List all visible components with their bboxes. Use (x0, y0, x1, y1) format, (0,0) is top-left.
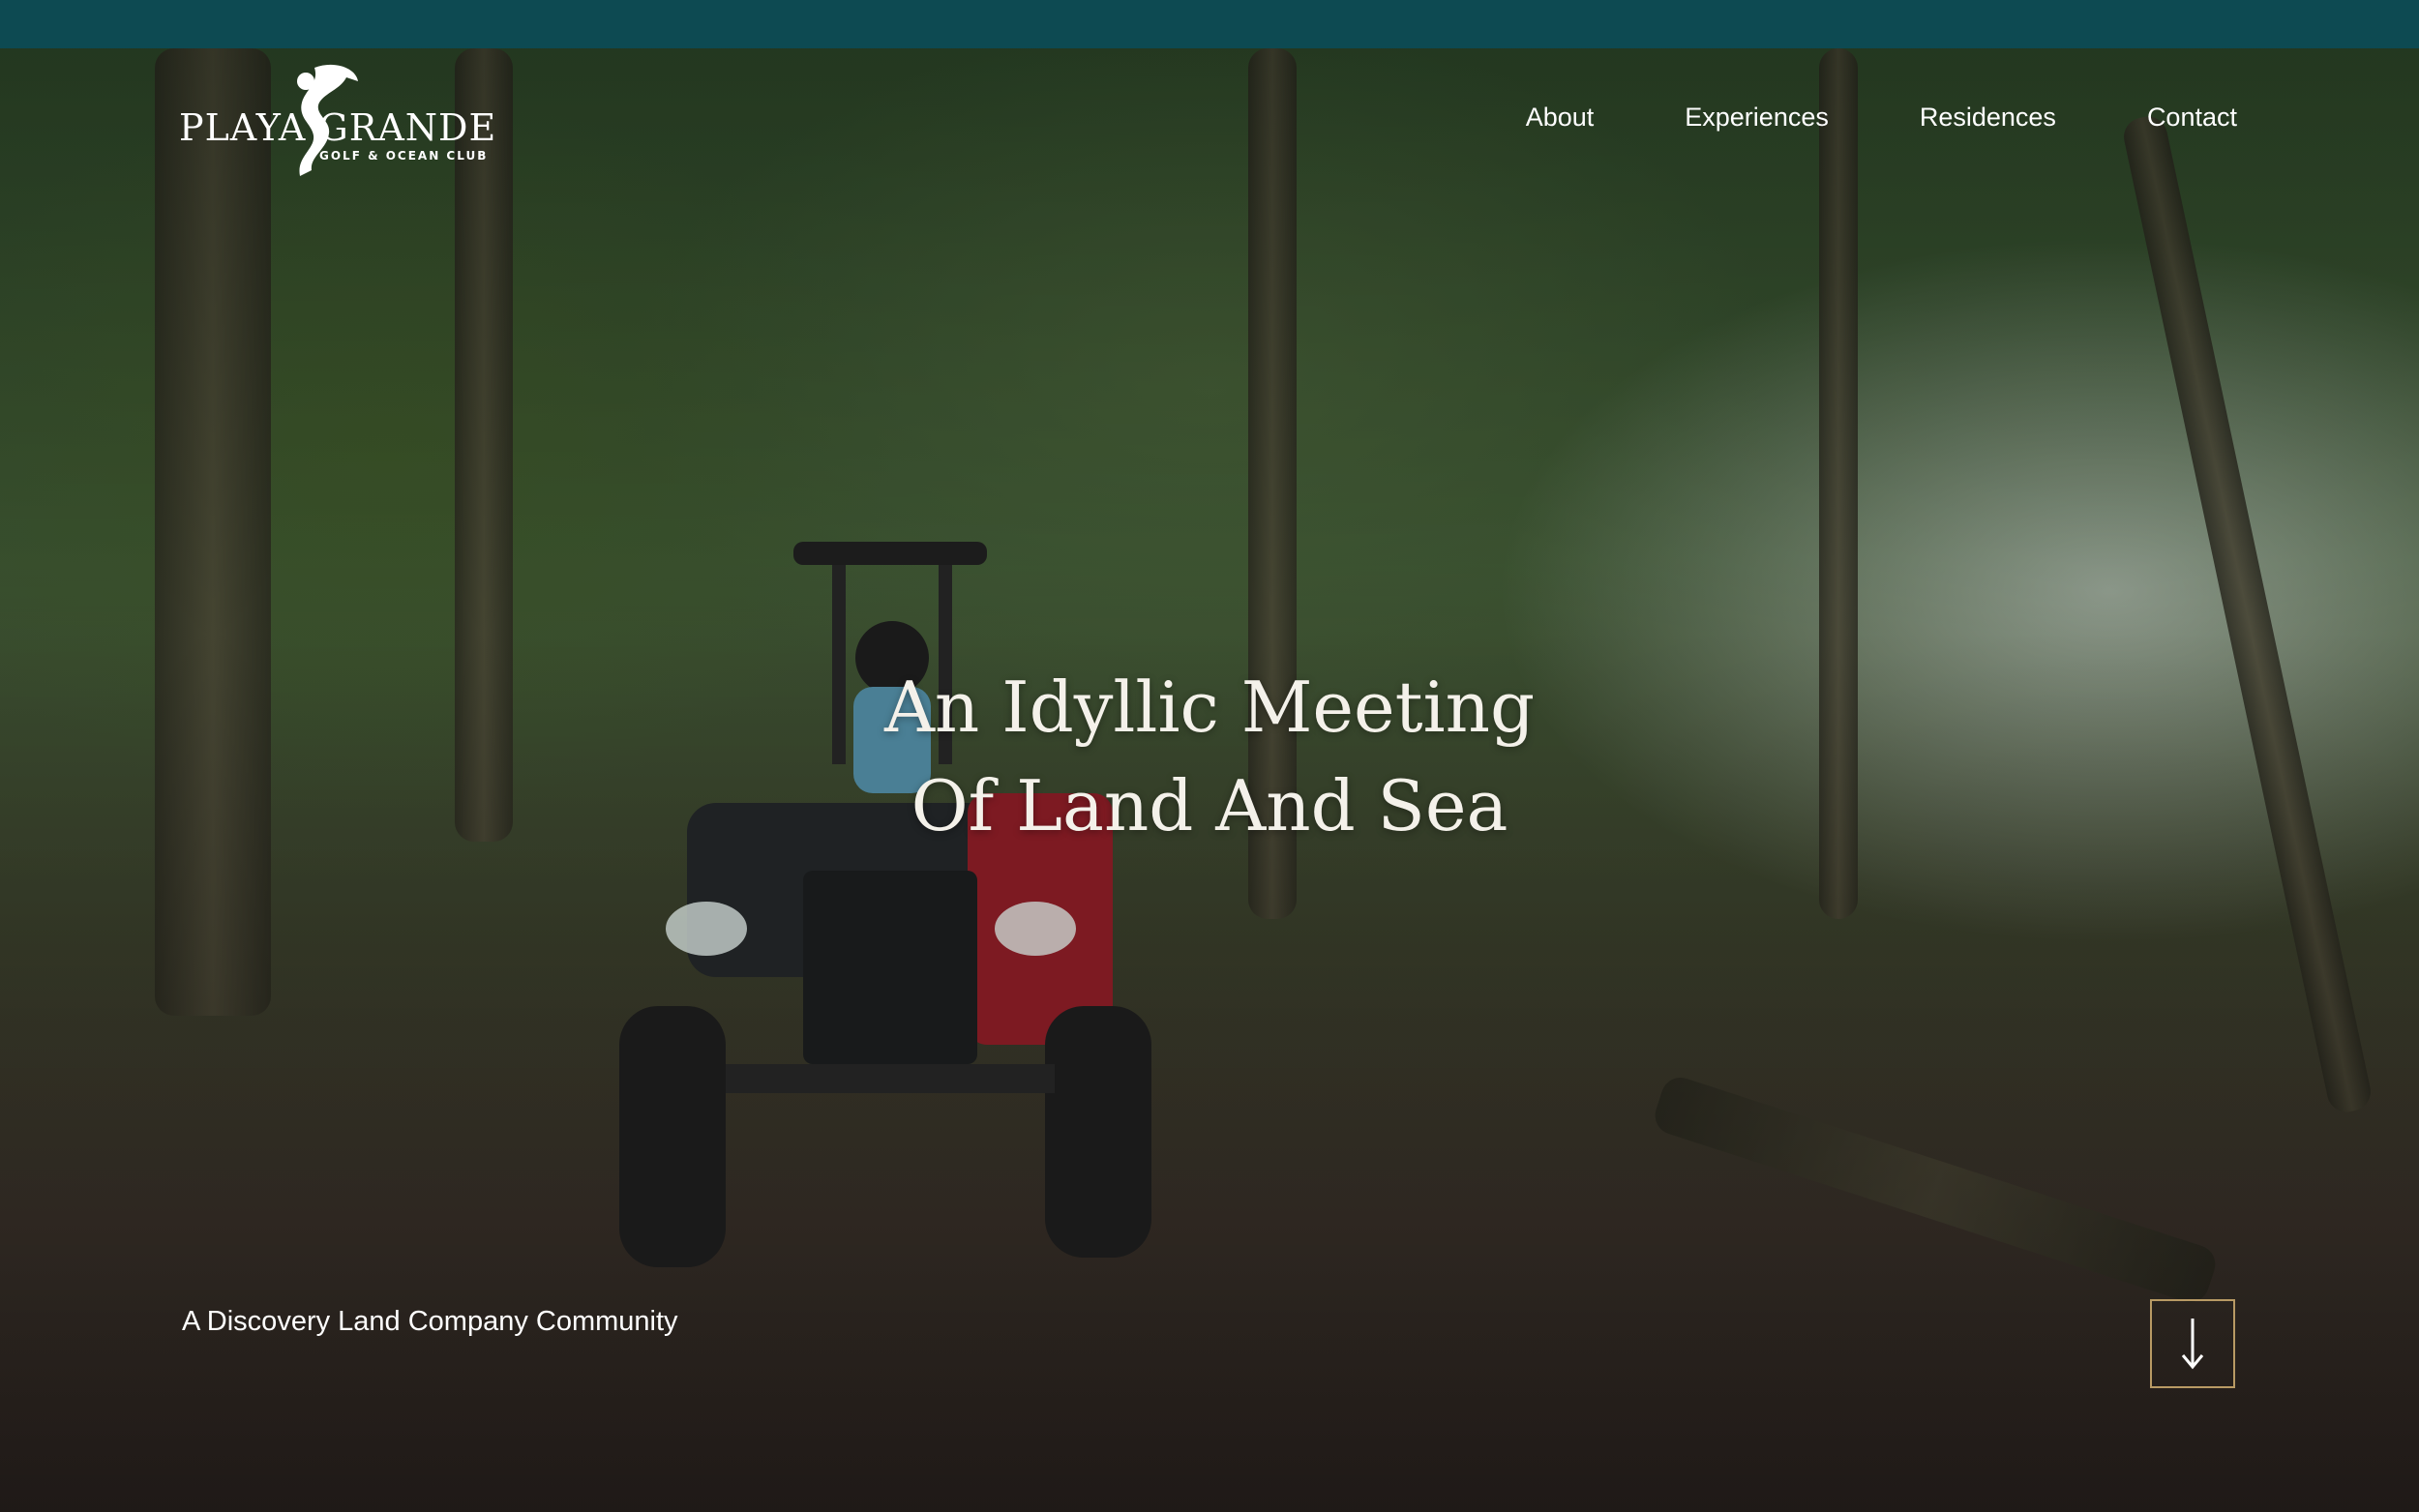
nav-about[interactable]: About (1526, 103, 1595, 133)
brand-name: PLAYA GRANDE (179, 106, 497, 149)
nav-residences[interactable]: Residences (1920, 103, 2056, 133)
brand-logo[interactable]: PLAYA GRANDE GOLF & OCEAN CLUB (179, 60, 503, 186)
top-bar (0, 0, 2419, 48)
main-nav: About Experiences Residences Contact (1435, 103, 2237, 133)
buggy-image (619, 542, 1151, 1267)
hero-headline-line-2: Of Land And Sea (911, 765, 1508, 846)
nav-contact[interactable]: Contact (2147, 103, 2237, 133)
hero-tagline: A Discovery Land Company Community (182, 1306, 678, 1337)
scroll-down-button[interactable] (2150, 1299, 2235, 1388)
hero-headline-line-1: An Idyllic Meeting (883, 667, 1536, 748)
hero-headline: An Idyllic Meeting Of Land And Sea (0, 658, 2419, 855)
arrow-down-icon (2181, 1319, 2204, 1370)
nav-experiences[interactable]: Experiences (1685, 103, 1829, 133)
brand-subtitle: GOLF & OCEAN CLUB (319, 149, 489, 163)
